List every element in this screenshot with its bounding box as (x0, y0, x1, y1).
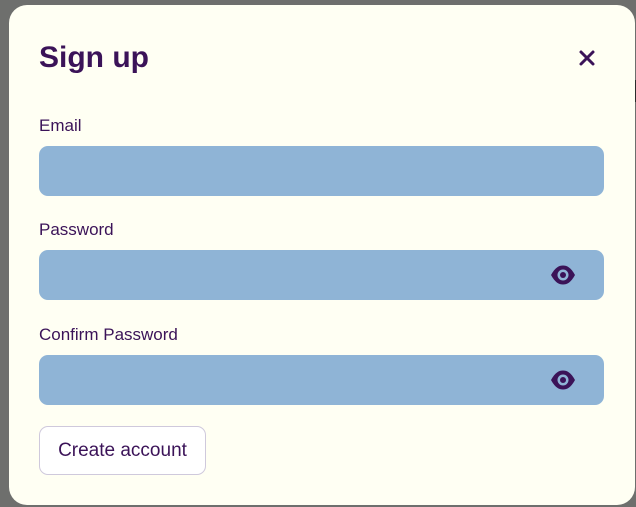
password-field[interactable] (39, 250, 604, 300)
eye-icon (551, 370, 575, 390)
email-input[interactable] (39, 146, 604, 196)
create-account-button[interactable]: Create account (39, 426, 206, 475)
password-input[interactable] (39, 250, 604, 300)
email-label: Email (39, 116, 82, 135)
close-button[interactable] (575, 46, 599, 70)
signup-dialog: Sign up Email Password Confirm Password (9, 5, 635, 505)
password-label: Password (39, 220, 114, 239)
confirm-password-field[interactable] (39, 355, 604, 405)
show-confirm-password-button[interactable] (550, 369, 576, 391)
close-icon (579, 50, 595, 66)
email-field[interactable] (39, 146, 604, 196)
eye-icon (551, 265, 575, 285)
dialog-title: Sign up (39, 41, 149, 74)
confirm-password-label: Confirm Password (39, 325, 178, 344)
show-password-button[interactable] (550, 264, 576, 286)
confirm-password-input[interactable] (39, 355, 604, 405)
